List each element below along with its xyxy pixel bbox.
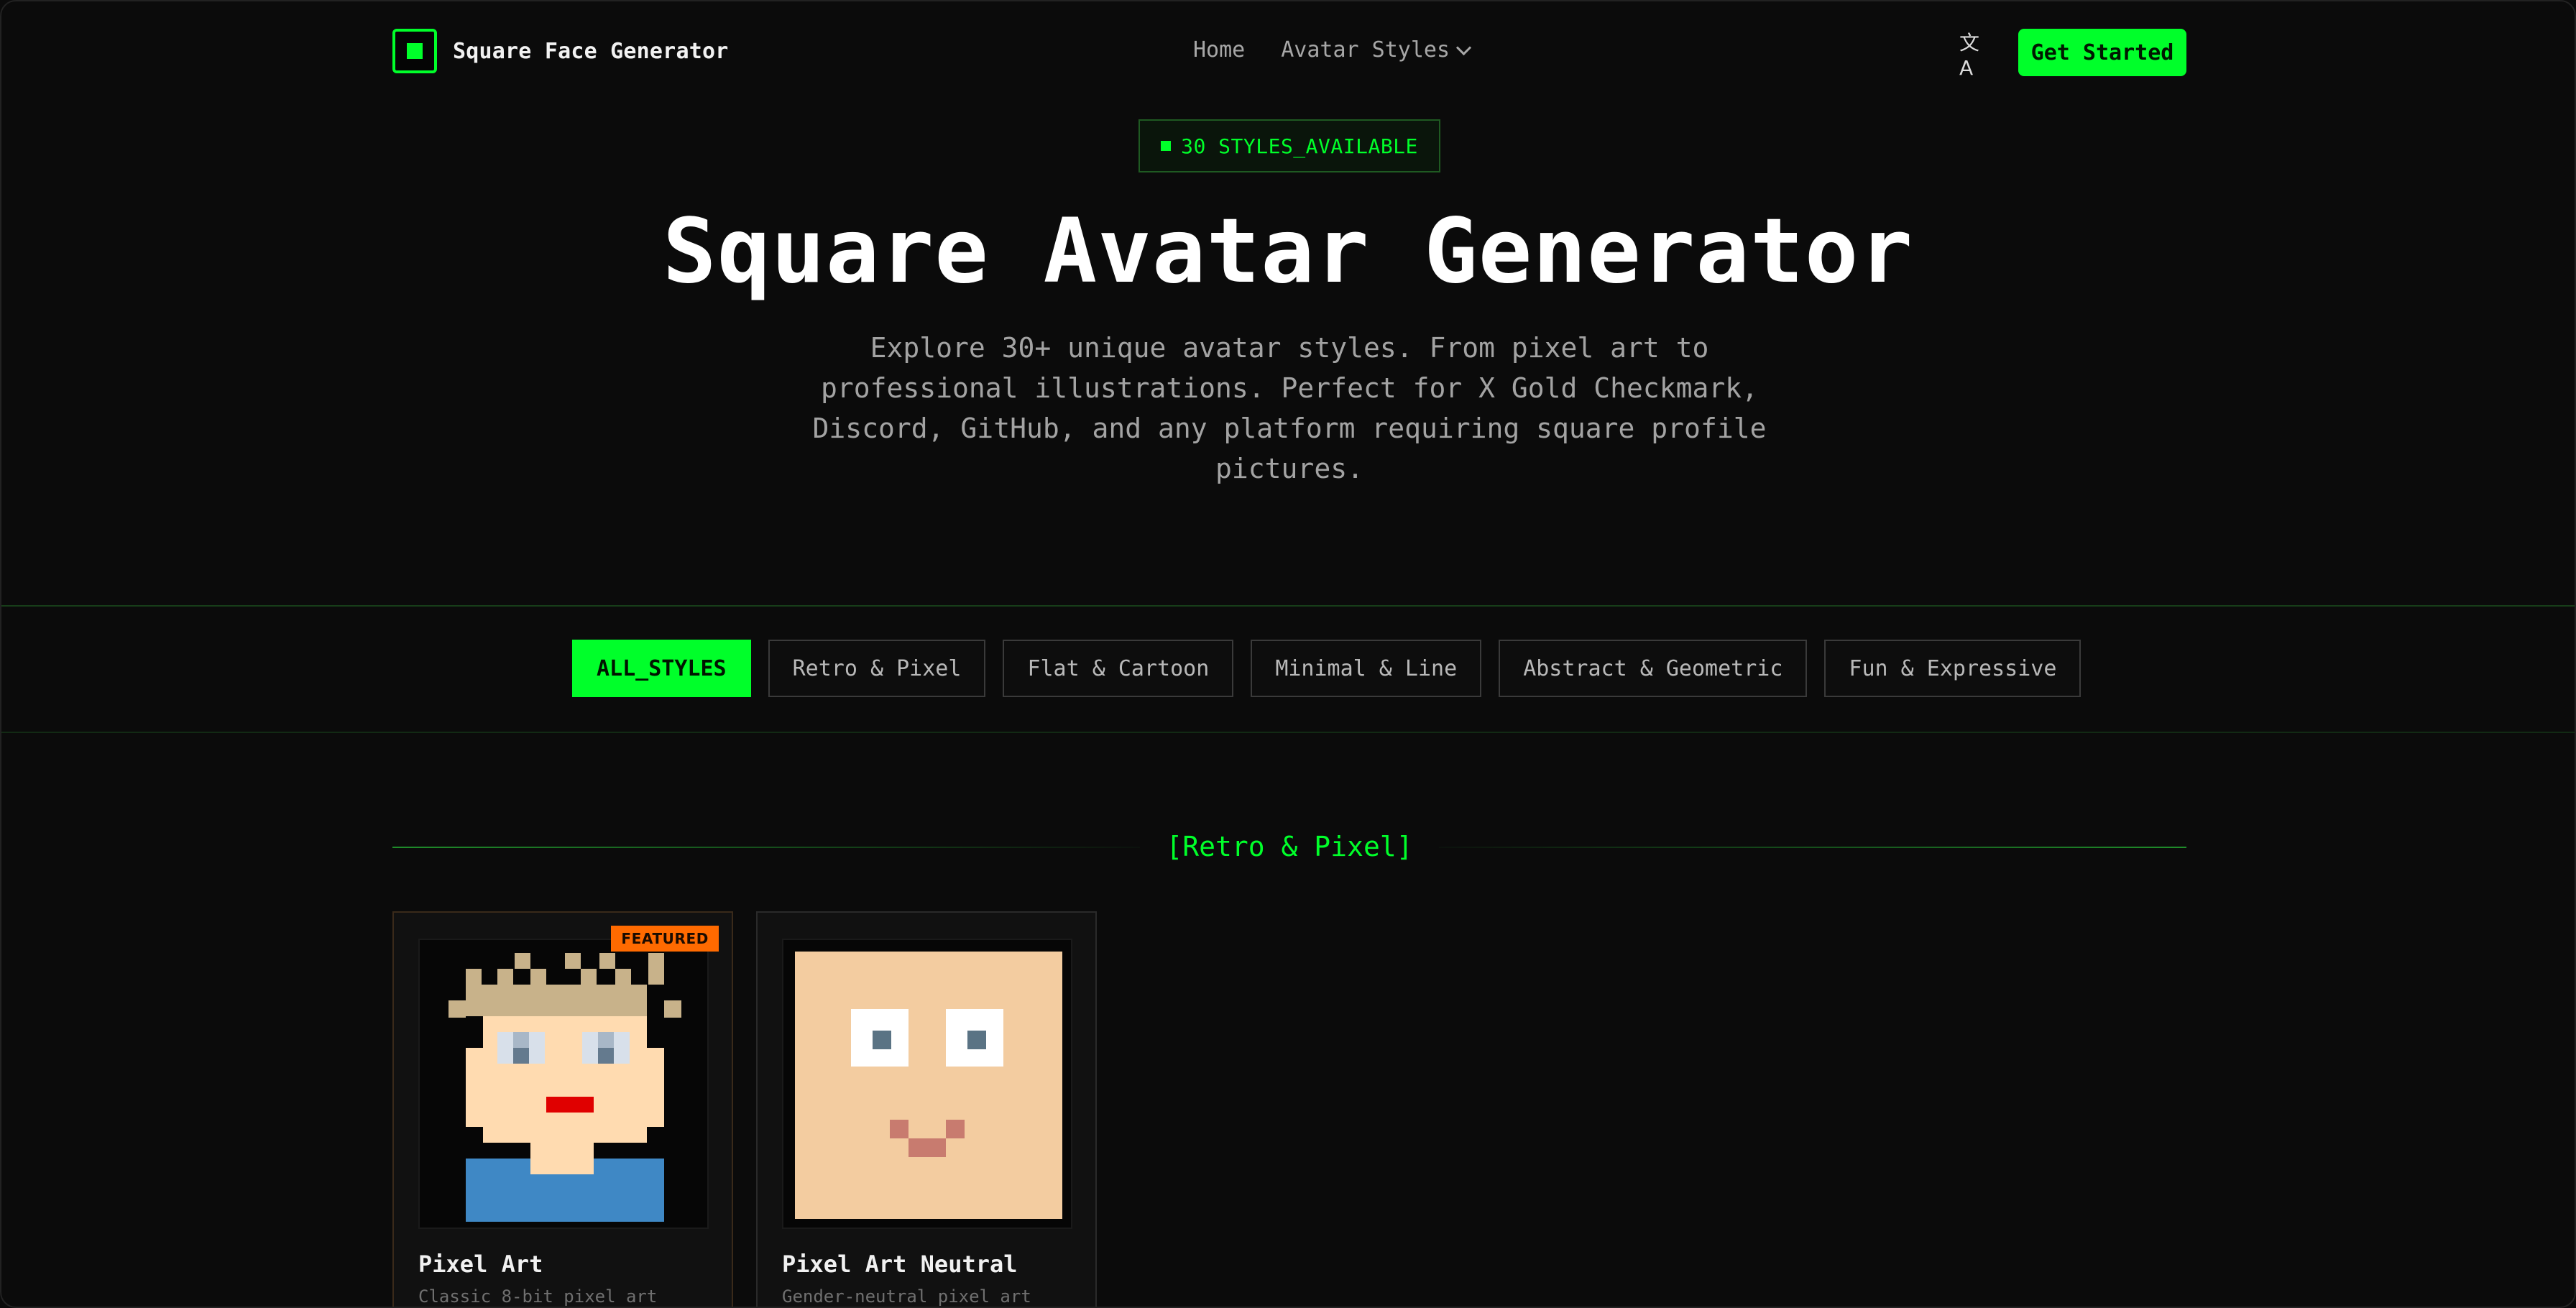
section-heading-rule-left [392, 847, 1140, 848]
main-nav: Home Avatar Styles [1193, 37, 1472, 63]
style-card-subtitle: Classic 8-bit pixel art [418, 1286, 658, 1307]
styles-available-text: 30 STYLES_AVAILABLE [1181, 134, 1418, 158]
pixel-face [795, 952, 1062, 1219]
style-card-pixel-art-neutral[interactable]: Pixel Art Neutral Gender-neutral pixel a… [756, 911, 1097, 1307]
pixel-mouth [546, 1097, 594, 1113]
pixel-eye-right-pupil [967, 1031, 986, 1049]
pixel-hair [466, 969, 482, 985]
section-divider-top [1, 605, 2575, 607]
hero-description: Explore 30+ unique avatar styles. From p… [812, 332, 1767, 484]
brand-logo-inner-square [407, 43, 423, 59]
pixel-mouth-right [946, 1120, 965, 1138]
nav-avatar-styles-label: Avatar Styles [1281, 37, 1450, 63]
pixel-mouth-bottom [908, 1138, 946, 1157]
pixel-hair [648, 953, 664, 969]
pixel-eye-left-pupil [873, 1031, 891, 1049]
nav-avatar-styles-dropdown[interactable]: Avatar Styles [1281, 37, 1472, 63]
section-divider-bottom [1, 732, 2575, 733]
get-started-button[interactable]: Get Started [2018, 29, 2186, 76]
pixel-art-neutral-preview [782, 939, 1072, 1229]
translate-icon[interactable]: 文A [1959, 31, 1988, 80]
page-title: Square Avatar Generator [662, 200, 1914, 303]
chevron-down-icon [1455, 40, 1472, 56]
pixel-hair [581, 969, 597, 985]
pixel-art-preview [418, 939, 709, 1229]
featured-badge: FEATURED [611, 926, 719, 952]
pixel-eye-right-pupil [598, 1048, 614, 1064]
pixel-mouth-left [890, 1120, 908, 1138]
pixel-eye-left-pupil [513, 1048, 529, 1064]
pixel-hair-band [466, 985, 647, 1016]
filter-abstract-geometric[interactable]: Abstract & Geometric [1499, 640, 1808, 697]
section-title: [Retro & Pixel] [1146, 831, 1433, 862]
translate-glyph: 文A [1959, 30, 1980, 80]
brand[interactable]: Square Face Generator [392, 29, 729, 73]
brand-logo-icon [392, 29, 437, 73]
pixel-hair [565, 953, 581, 969]
badge-square-icon [1161, 141, 1172, 151]
pixel-face-wide [466, 1048, 664, 1127]
pixel-ear [664, 1000, 681, 1018]
pixel-hair [599, 953, 615, 969]
style-card-pixel-art[interactable]: FEATURED Pixel Art Classic 8-bit pixel a… [392, 911, 733, 1307]
get-started-label: Get Started [2030, 40, 2174, 65]
filter-minimal-line[interactable]: Minimal & Line [1251, 640, 1482, 697]
pixel-hair [615, 969, 631, 985]
filter-fun-expressive[interactable]: Fun & Expressive [1824, 640, 2082, 697]
filter-all-styles[interactable]: ALL_STYLES [572, 640, 751, 697]
pixel-hair [648, 969, 664, 985]
top-navbar: Square Face Generator Home Avatar Styles… [1, 1, 2575, 109]
nav-home-link[interactable]: Home [1193, 37, 1245, 63]
style-card-title: Pixel Art [418, 1251, 543, 1278]
pixel-hair [530, 969, 546, 985]
style-filter-bar: ALL_STYLES Retro & Pixel Flat & Cartoon … [572, 640, 2082, 697]
filter-retro-pixel[interactable]: Retro & Pixel [768, 640, 986, 697]
section-heading: [Retro & Pixel] [392, 828, 2186, 865]
style-card-subtitle: Gender-neutral pixel art [782, 1286, 1031, 1307]
style-card-title: Pixel Art Neutral [782, 1251, 1018, 1278]
styles-available-badge: 30 STYLES_AVAILABLE [1138, 119, 1440, 172]
pixel-ear [448, 1000, 466, 1018]
pixel-eye-left-iris [513, 1032, 529, 1048]
pixel-jaw [483, 1127, 647, 1143]
brand-name: Square Face Generator [453, 38, 729, 64]
pixel-eye-right-iris [598, 1032, 614, 1048]
section-heading-rule-right [1439, 847, 2186, 848]
pixel-collar [530, 1159, 594, 1174]
pixel-hair [497, 969, 513, 985]
pixel-hair [515, 953, 530, 969]
app-window: Square Face Generator Home Avatar Styles… [0, 0, 2576, 1308]
filter-flat-cartoon[interactable]: Flat & Cartoon [1003, 640, 1234, 697]
